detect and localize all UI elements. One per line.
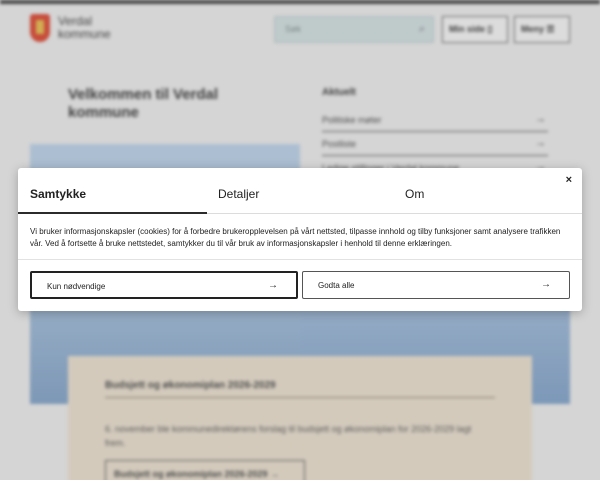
close-icon[interactable]: × [566, 174, 572, 186]
active-tab-indicator [18, 212, 207, 214]
accept-all-button[interactable]: Godta alle → [302, 271, 570, 299]
arrow-right-icon: → [268, 280, 278, 291]
accept-all-label: Godta alle [318, 281, 355, 290]
arrow-right-icon: → [541, 279, 551, 290]
tab-samtykke[interactable]: Samtykke [30, 187, 86, 201]
consent-description: Vi bruker informasjonskapsler (cookies) … [30, 227, 561, 248]
consent-tabs: Samtykke Detaljer Om [18, 168, 582, 214]
divider [18, 259, 582, 260]
necessary-only-button[interactable]: Kun nødvendige → [30, 271, 298, 299]
cookie-consent-dialog: Samtykke Detaljer Om × Vi bruker informa… [18, 168, 582, 311]
tab-detaljer[interactable]: Detaljer [218, 187, 259, 201]
necessary-only-label: Kun nødvendige [47, 282, 106, 291]
tab-om[interactable]: Om [405, 187, 424, 201]
